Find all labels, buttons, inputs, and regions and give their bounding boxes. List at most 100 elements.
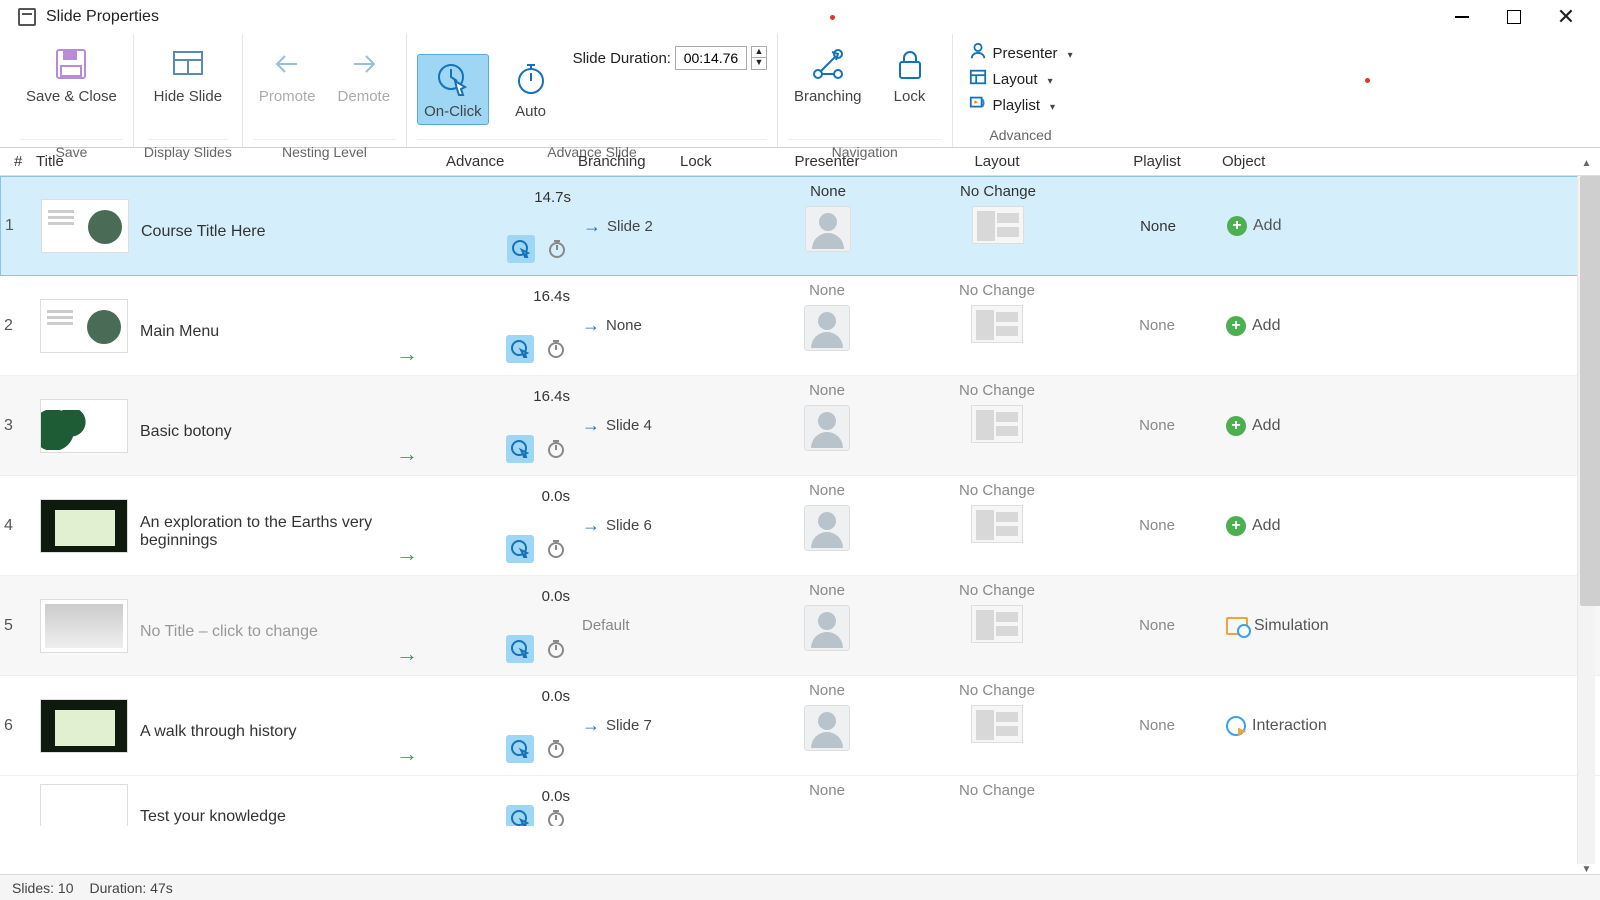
col-presenter[interactable]: Presenter <box>752 153 902 170</box>
lock-cell[interactable] <box>680 676 752 775</box>
layout-thumbnail[interactable] <box>971 705 1023 743</box>
slide-title[interactable]: Basic botony <box>140 423 232 441</box>
branching-cell[interactable]: →Slide 6 <box>578 476 680 575</box>
onclick-toggle-icon[interactable] <box>506 635 534 663</box>
table-row[interactable]: 4An exploration to the Earths very begin… <box>0 476 1600 576</box>
branching-button[interactable]: Branching <box>788 40 868 109</box>
table-row[interactable]: 3Basic botony→16.4s→Slide 4NoneNo Change… <box>0 376 1600 476</box>
slide-thumbnail[interactable] <box>40 399 128 453</box>
playlist-cell[interactable] <box>1092 776 1222 826</box>
object-cell[interactable]: Interaction <box>1222 676 1422 775</box>
close-button[interactable]: ✕ <box>1540 0 1592 34</box>
hide-slide-button[interactable]: Hide Slide <box>148 40 228 109</box>
slide-thumbnail[interactable] <box>40 299 128 353</box>
advance-cell[interactable]: 0.0s <box>446 676 578 775</box>
auto-toggle-icon[interactable] <box>542 335 570 363</box>
table-row[interactable]: Test your knowledge0.0sNoneNo Change <box>0 776 1600 826</box>
object-cell[interactable]: +Add <box>1222 476 1422 575</box>
table-row[interactable]: 5No Title – click to change→0.0sDefaultN… <box>0 576 1600 676</box>
playlist-cell[interactable]: None <box>1092 476 1222 575</box>
table-row[interactable]: 2Main Menu→16.4s→NoneNoneNo ChangeNone+A… <box>0 276 1600 376</box>
demote-button[interactable]: Demote <box>332 40 397 109</box>
object-cell[interactable]: +Add <box>1223 177 1423 275</box>
playlist-dropdown[interactable]: Playlist <box>963 92 1062 118</box>
branching-cell[interactable] <box>578 776 680 826</box>
playlist-cell[interactable]: None <box>1092 276 1222 375</box>
auto-toggle-icon[interactable] <box>542 635 570 663</box>
row-title-cell[interactable]: Main Menu→ <box>36 276 446 375</box>
advance-cell[interactable]: 0.0s <box>446 476 578 575</box>
layout-thumbnail[interactable] <box>971 605 1023 643</box>
scroll-up-arrow[interactable]: ▲ <box>1578 158 1595 176</box>
slide-thumbnail[interactable] <box>40 599 128 653</box>
playlist-cell[interactable]: None <box>1092 676 1222 775</box>
object-cell[interactable]: +Add <box>1222 376 1422 475</box>
col-title[interactable]: Title <box>36 153 446 170</box>
presenter-dropdown[interactable]: Presenter <box>963 40 1079 66</box>
layout-cell[interactable]: No Change <box>903 177 1093 275</box>
auto-toggle-icon[interactable] <box>542 735 570 763</box>
branching-cell[interactable]: →Slide 2 <box>579 177 681 275</box>
duration-input[interactable] <box>675 46 747 70</box>
layout-thumbnail[interactable] <box>971 405 1023 443</box>
row-title-cell[interactable]: Course Title Here <box>37 177 447 275</box>
presenter-avatar[interactable] <box>804 305 850 351</box>
on-click-button[interactable]: On-Click <box>417 54 489 125</box>
row-title-cell[interactable]: Basic botony→ <box>36 376 446 475</box>
lock-cell[interactable] <box>680 476 752 575</box>
promote-button[interactable]: Promote <box>253 40 322 109</box>
layout-cell[interactable]: No Change <box>902 476 1092 575</box>
presenter-cell[interactable]: None <box>753 177 903 275</box>
slide-title[interactable]: Course Title Here <box>141 223 266 241</box>
lock-cell[interactable] <box>680 576 752 675</box>
table-row[interactable]: 6A walk through history→0.0s→Slide 7None… <box>0 676 1600 776</box>
onclick-toggle-icon[interactable] <box>506 805 534 826</box>
lock-cell[interactable] <box>680 376 752 475</box>
advance-cell[interactable]: 0.0s <box>446 576 578 675</box>
lock-cell[interactable] <box>680 276 752 375</box>
layout-cell[interactable]: No Change <box>902 676 1092 775</box>
col-num[interactable]: # <box>0 153 36 170</box>
presenter-avatar[interactable] <box>804 605 850 651</box>
onclick-toggle-icon[interactable] <box>506 435 534 463</box>
row-title-cell[interactable]: An exploration to the Earths very beginn… <box>36 476 446 575</box>
lock-button[interactable]: Lock <box>878 40 942 109</box>
onclick-toggle-icon[interactable] <box>507 235 535 263</box>
layout-cell[interactable]: No Change <box>902 376 1092 475</box>
maximize-button[interactable] <box>1488 0 1540 34</box>
slide-title[interactable]: Test your knowledge <box>140 808 286 826</box>
object-cell[interactable]: +Add <box>1222 276 1422 375</box>
table-row[interactable]: 1Course Title Here14.7s→Slide 2NoneNo Ch… <box>0 176 1600 276</box>
layout-cell[interactable]: No Change <box>902 276 1092 375</box>
row-title-cell[interactable]: Test your knowledge <box>36 776 446 826</box>
presenter-avatar[interactable] <box>804 405 850 451</box>
minimize-button[interactable] <box>1436 0 1488 34</box>
auto-toggle-icon[interactable] <box>542 535 570 563</box>
object-cell[interactable] <box>1222 776 1422 826</box>
branching-cell[interactable]: →None <box>578 276 680 375</box>
col-advance[interactable]: Advance <box>446 153 578 170</box>
presenter-cell[interactable]: None <box>752 776 902 826</box>
branching-cell[interactable]: →Slide 4 <box>578 376 680 475</box>
advance-cell[interactable]: 0.0s <box>446 776 578 826</box>
branching-cell[interactable]: Default <box>578 576 680 675</box>
onclick-toggle-icon[interactable] <box>506 335 534 363</box>
presenter-cell[interactable]: None <box>752 476 902 575</box>
auto-button[interactable]: Auto <box>499 55 563 124</box>
advance-cell[interactable]: 16.4s <box>446 376 578 475</box>
lock-cell[interactable] <box>681 177 753 275</box>
presenter-avatar[interactable] <box>805 206 851 252</box>
playlist-cell[interactable]: None <box>1092 376 1222 475</box>
layout-thumbnail[interactable] <box>971 305 1023 343</box>
branching-cell[interactable]: →Slide 7 <box>578 676 680 775</box>
presenter-avatar[interactable] <box>804 705 850 751</box>
col-lock[interactable]: Lock <box>680 153 752 170</box>
advance-cell[interactable]: 16.4s <box>446 276 578 375</box>
advance-cell[interactable]: 14.7s <box>447 177 579 275</box>
layout-thumbnail[interactable] <box>971 505 1023 543</box>
slide-title[interactable]: No Title – click to change <box>140 623 318 641</box>
presenter-cell[interactable]: None <box>752 376 902 475</box>
playlist-cell[interactable]: None <box>1092 576 1222 675</box>
auto-toggle-icon[interactable] <box>543 235 571 263</box>
col-branching[interactable]: Branching <box>578 153 680 170</box>
